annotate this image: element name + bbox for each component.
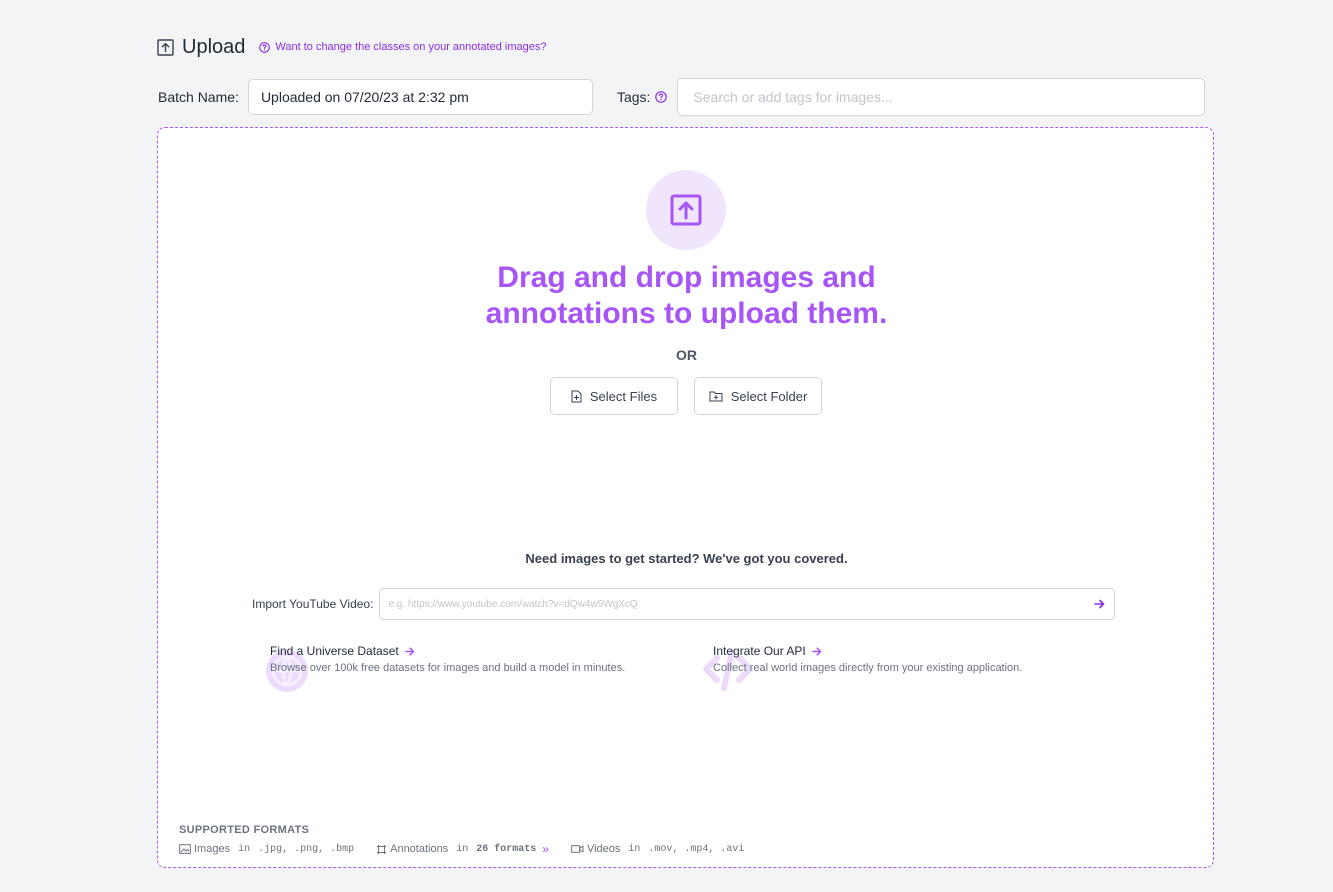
upload-arrow-icon xyxy=(670,194,702,226)
batch-tags-row: Batch Name: Tags: xyxy=(158,78,1214,116)
select-files-label: Select Files xyxy=(589,388,658,404)
tags-help-icon[interactable] xyxy=(655,91,668,103)
select-files-button[interactable]: Select Files xyxy=(550,377,678,415)
youtube-url-input[interactable] xyxy=(380,589,1087,619)
page-header: Upload Want to change the classes on you… xyxy=(157,34,547,60)
select-folder-label: Select Folder xyxy=(730,388,808,404)
dropzone-heading-line1: Drag and drop images and xyxy=(497,261,876,294)
arrow-right-icon xyxy=(811,646,822,656)
batch-name-label: Batch Name: xyxy=(158,89,239,105)
bounding-box-icon xyxy=(376,844,387,855)
youtube-url-field xyxy=(379,588,1116,620)
youtube-import-label: Import YouTube Video: xyxy=(252,597,374,611)
format-videos-exts: .mov, .mp4, .avi xyxy=(648,843,745,855)
format-videos: Videos in .mov, .mp4, .avi xyxy=(571,843,744,855)
video-camera-icon xyxy=(571,844,584,854)
format-annotations-count: 26 formats xyxy=(476,843,537,855)
change-classes-link-label: Want to change the classes on your annot… xyxy=(275,41,547,53)
batch-name-input[interactable] xyxy=(247,79,593,115)
arrow-right-icon[interactable] xyxy=(1092,597,1106,611)
universe-dataset-link[interactable]: Find a Universe Dataset xyxy=(270,644,415,658)
change-classes-link[interactable]: Want to change the classes on your annot… xyxy=(259,41,547,53)
universe-dataset-title: Find a Universe Dataset xyxy=(270,644,399,658)
image-icon xyxy=(179,844,191,854)
format-images: Images in .jpg, .png, .bmp xyxy=(179,843,354,855)
supported-formats-row: Images in .jpg, .png, .bmp Annotations i… xyxy=(179,842,766,856)
dropzone-upload-badge xyxy=(646,170,726,250)
chevron-double-right-icon[interactable]: » xyxy=(542,842,549,856)
integrate-api-description: Collect real world images directly from … xyxy=(713,662,1023,674)
file-plus-icon xyxy=(571,390,582,403)
upload-page: Upload Want to change the classes on you… xyxy=(0,0,1333,892)
supported-formats: SUPPORTED FORMATS Images in .jpg, .png, … xyxy=(179,824,766,856)
format-images-exts: .jpg, .png, .bmp xyxy=(258,843,355,855)
page-title: Upload xyxy=(182,35,246,58)
tags-label: Tags: xyxy=(617,89,677,105)
tags-label-text: Tags: xyxy=(616,89,651,105)
format-annotations: Annotations in 26 formats » xyxy=(376,842,549,856)
format-videos-label: Videos xyxy=(586,843,621,855)
integrate-api-card[interactable]: Integrate Our API Collect real world ima… xyxy=(701,640,1121,700)
integrate-api-link[interactable]: Integrate Our API xyxy=(713,644,822,658)
dropzone-heading: Drag and drop images and annotations to … xyxy=(158,260,1215,332)
folder-plus-icon xyxy=(709,390,723,402)
supported-formats-title: SUPPORTED FORMATS xyxy=(179,824,310,836)
format-images-in: in xyxy=(238,843,251,855)
integrate-api-title: Integrate Our API xyxy=(713,644,806,658)
dropzone-heading-line2: annotations to upload them. xyxy=(485,297,888,330)
need-images-heading: Need images to get started? We've got yo… xyxy=(525,551,848,566)
arrow-right-icon xyxy=(404,646,415,656)
upload-dropzone[interactable]: Drag and drop images and annotations to … xyxy=(157,127,1214,868)
universe-dataset-description: Browse over 100k free datasets for image… xyxy=(270,662,626,674)
format-videos-in: in xyxy=(628,843,641,855)
or-separator: OR xyxy=(676,347,697,363)
question-circle-icon xyxy=(259,41,271,53)
universe-dataset-card[interactable]: Find a Universe Dataset Browse over 100k… xyxy=(258,640,678,700)
select-folder-button[interactable]: Select Folder xyxy=(694,377,822,415)
format-images-label: Images xyxy=(194,843,231,855)
format-annotations-in: in xyxy=(456,843,469,855)
upload-icon xyxy=(157,38,174,56)
youtube-import-row: Import YouTube Video: xyxy=(252,588,1120,620)
tags-input[interactable] xyxy=(677,78,1206,116)
format-annotations-label: Annotations xyxy=(390,843,449,855)
